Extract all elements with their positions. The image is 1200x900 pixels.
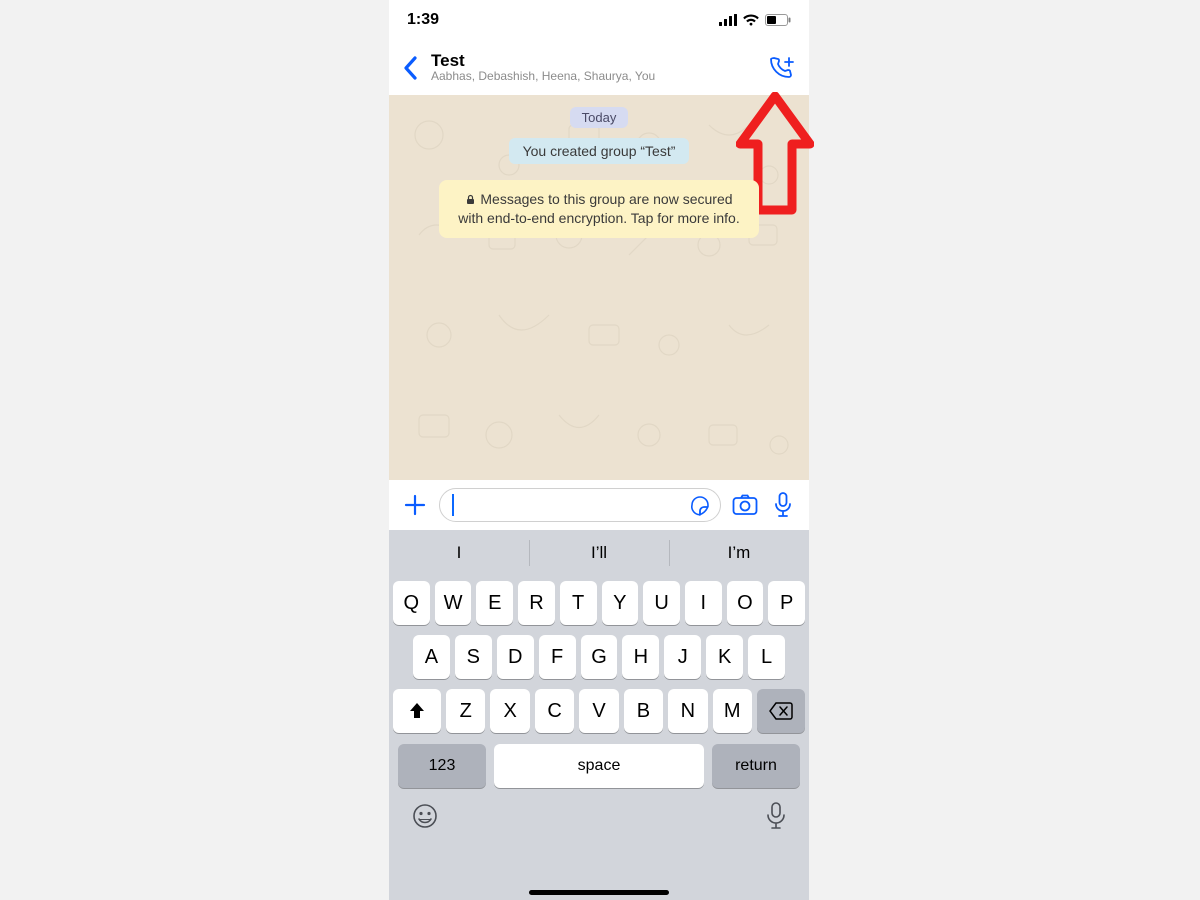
message-input[interactable] [439, 488, 721, 522]
key-space[interactable]: space [494, 744, 704, 788]
chat-header: Test Aabhas, Debashish, Heena, Shaurya, … [389, 40, 809, 95]
key-row-2: A S D F G H J K L [389, 630, 809, 684]
back-button[interactable] [399, 56, 423, 80]
key-j[interactable]: J [664, 635, 701, 679]
battery-icon [765, 14, 791, 26]
key-i[interactable]: I [685, 581, 722, 625]
keyboard: I I’ll I’m Q W E R T Y U I O P A S D F G… [389, 530, 809, 900]
keyboard-footer [389, 794, 809, 842]
key-s[interactable]: S [455, 635, 492, 679]
microphone-icon [765, 802, 787, 830]
sticker-icon [689, 494, 711, 516]
chat-title-block[interactable]: Test Aabhas, Debashish, Heena, Shaurya, … [431, 52, 755, 84]
key-v[interactable]: V [579, 689, 618, 733]
key-p[interactable]: P [768, 581, 805, 625]
suggestion-1[interactable]: I [389, 530, 529, 576]
sticker-button[interactable] [688, 494, 712, 516]
suggestion-row: I I’ll I’m [389, 530, 809, 576]
key-g[interactable]: G [581, 635, 618, 679]
plus-icon [403, 493, 427, 517]
call-button[interactable] [763, 55, 799, 81]
phone-frame: 1:39 Test Aabhas, Debashish, Heena, Shau… [389, 0, 809, 900]
key-q[interactable]: Q [393, 581, 430, 625]
cellular-icon [719, 14, 737, 26]
encryption-notice[interactable]: Messages to this group are now secured w… [439, 180, 759, 238]
attach-button[interactable] [401, 493, 429, 517]
suggestion-2[interactable]: I’ll [529, 530, 669, 576]
wifi-icon [742, 14, 760, 26]
key-backspace[interactable] [757, 689, 805, 733]
key-o[interactable]: O [727, 581, 764, 625]
key-shift[interactable] [393, 689, 441, 733]
date-separator: Today [570, 107, 629, 128]
chat-title: Test [431, 52, 755, 71]
dictation-button[interactable] [765, 802, 787, 835]
key-e[interactable]: E [476, 581, 513, 625]
key-row-bottom: 123 space return [389, 738, 809, 794]
suggestion-3[interactable]: I’m [669, 530, 809, 576]
key-y[interactable]: Y [602, 581, 639, 625]
key-n[interactable]: N [668, 689, 707, 733]
shift-icon [407, 701, 427, 721]
chat-subtitle: Aabhas, Debashish, Heena, Shaurya, You [431, 70, 755, 83]
backspace-icon [769, 702, 793, 720]
key-return[interactable]: return [712, 744, 800, 788]
key-h[interactable]: H [622, 635, 659, 679]
camera-button[interactable] [731, 494, 759, 516]
status-bar: 1:39 [389, 0, 809, 40]
microphone-icon [773, 492, 793, 518]
key-l[interactable]: L [748, 635, 785, 679]
key-k[interactable]: K [706, 635, 743, 679]
key-numbers[interactable]: 123 [398, 744, 486, 788]
key-row-1: Q W E R T Y U I O P [389, 576, 809, 630]
key-c[interactable]: C [535, 689, 574, 733]
home-indicator[interactable] [529, 890, 669, 895]
key-a[interactable]: A [413, 635, 450, 679]
key-b[interactable]: B [624, 689, 663, 733]
system-message: You created group “Test” [509, 138, 690, 164]
lock-icon [465, 194, 476, 205]
key-t[interactable]: T [560, 581, 597, 625]
key-w[interactable]: W [435, 581, 472, 625]
emoji-icon [411, 802, 439, 830]
message-input-bar [389, 480, 809, 530]
key-x[interactable]: X [490, 689, 529, 733]
key-f[interactable]: F [539, 635, 576, 679]
key-u[interactable]: U [643, 581, 680, 625]
status-icons [719, 14, 791, 26]
key-r[interactable]: R [518, 581, 555, 625]
key-d[interactable]: D [497, 635, 534, 679]
text-caret [452, 494, 454, 516]
camera-icon [732, 494, 758, 516]
emoji-button[interactable] [411, 802, 439, 835]
key-row-3: Z X C V B N M [389, 684, 809, 738]
key-m[interactable]: M [713, 689, 752, 733]
phone-plus-icon [766, 55, 796, 81]
chat-area[interactable]: Today You created group “Test” Messages … [389, 95, 809, 480]
key-z[interactable]: Z [446, 689, 485, 733]
encryption-text: Messages to this group are now secured w… [458, 191, 739, 226]
status-time: 1:39 [407, 11, 439, 29]
voice-button[interactable] [769, 492, 797, 518]
chevron-left-icon [403, 56, 419, 80]
